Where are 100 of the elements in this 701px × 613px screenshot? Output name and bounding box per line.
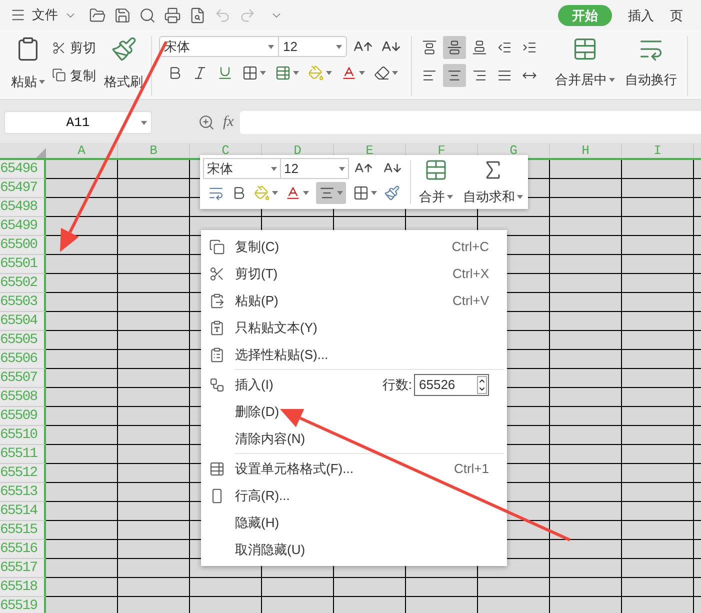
eraser-icon[interactable] <box>374 65 390 81</box>
row-header[interactable]: 65507 <box>0 369 46 388</box>
row-header[interactable]: 65503 <box>0 293 46 312</box>
merge-icon[interactable] <box>572 36 598 62</box>
autosum-button[interactable]: 自动求和 <box>463 187 515 206</box>
align-right-icon[interactable] <box>472 68 487 83</box>
border-icon[interactable] <box>242 65 258 81</box>
align-button[interactable] <box>443 64 466 87</box>
ribbon-tab[interactable]: 开始 <box>558 5 612 26</box>
align-center-icon[interactable] <box>319 185 335 201</box>
menu-item[interactable]: 设置单元格格式(F)... <box>235 458 354 478</box>
indent-increase-icon[interactable] <box>522 40 537 55</box>
indent-decrease-icon[interactable] <box>497 40 512 55</box>
print-icon[interactable] <box>164 6 181 24</box>
wrap-text-button[interactable]: 自动换行 <box>625 70 677 90</box>
column-header[interactable]: I <box>622 143 694 158</box>
preview-icon[interactable] <box>189 6 206 24</box>
menu-item[interactable]: 取消隐藏(U) <box>235 540 306 560</box>
menu-item[interactable]: 行高(R)... <box>235 486 290 506</box>
folder-icon[interactable] <box>89 6 106 24</box>
clipboard-text-icon[interactable] <box>209 320 225 336</box>
save-icon[interactable] <box>114 6 131 24</box>
file-menu[interactable]: 文件 <box>32 5 58 25</box>
ribbon-tab[interactable]: 插入 <box>628 5 654 26</box>
clipboard-icon[interactable] <box>209 346 225 362</box>
cell-style-icon[interactable] <box>275 65 291 81</box>
row-header[interactable]: 65519 <box>0 597 46 613</box>
menu-item[interactable]: 只粘贴文本(Y) <box>235 318 318 338</box>
copy-icon[interactable] <box>209 238 225 254</box>
function-button[interactable]: fx <box>223 111 234 134</box>
format-cells-icon[interactable] <box>209 460 225 476</box>
zoom-icon[interactable] <box>198 114 215 131</box>
ribbon-tab[interactable]: 页 <box>670 5 683 26</box>
insert-icon[interactable] <box>209 376 225 392</box>
name-box[interactable]: A11 <box>4 111 152 134</box>
row-header[interactable]: 65512 <box>0 464 46 483</box>
border-icon[interactable] <box>353 185 369 201</box>
fill-color-icon[interactable] <box>308 65 324 81</box>
align-button[interactable] <box>443 36 466 59</box>
font-size-select[interactable]: 12 <box>281 158 349 179</box>
row-header[interactable]: 65502 <box>0 274 46 293</box>
menu-item[interactable]: 清除内容(N) <box>235 428 306 448</box>
format-painter-button[interactable]: 格式刷 <box>104 72 143 92</box>
align-middle-icon[interactable] <box>447 40 462 55</box>
menu-item[interactable]: 复制(C) <box>235 236 280 256</box>
align-bottom-icon[interactable] <box>472 40 487 55</box>
menu-item[interactable]: 隐藏(H) <box>235 512 280 532</box>
row-header[interactable]: 65500 <box>0 236 46 255</box>
row-header[interactable]: 65515 <box>0 521 46 540</box>
align-button[interactable] <box>316 182 346 204</box>
row-header[interactable]: 65505 <box>0 331 46 350</box>
row-header[interactable]: 65506 <box>0 350 46 369</box>
row-header[interactable]: 65501 <box>0 255 46 274</box>
column-header[interactable]: H <box>550 143 622 158</box>
paste-icon[interactable] <box>209 292 225 308</box>
row-header[interactable]: 65498 <box>0 198 46 217</box>
row-header[interactable]: 65516 <box>0 540 46 559</box>
copy-button[interactable]: 复制 <box>70 66 96 85</box>
row-header[interactable]: 65518 <box>0 578 46 597</box>
magnifier-icon[interactable] <box>139 6 156 24</box>
merge-icon[interactable] <box>424 158 448 182</box>
menu-icon[interactable] <box>10 7 26 23</box>
merge-center-button[interactable]: 合并居中 <box>555 70 607 90</box>
font-color-icon[interactable] <box>285 185 301 201</box>
row-header[interactable]: 65513 <box>0 483 46 502</box>
merge-button[interactable]: 合并 <box>419 187 445 206</box>
italic-icon[interactable] <box>192 65 208 81</box>
row-count-field[interactable]: 65526 <box>414 374 489 396</box>
cut-icon[interactable] <box>209 266 225 282</box>
copy-icon[interactable] <box>52 68 66 82</box>
column-header[interactable]: B <box>118 143 190 158</box>
cut-button[interactable]: 剪切 <box>70 38 96 58</box>
font-color-icon[interactable] <box>341 65 357 81</box>
format-painter-icon[interactable] <box>110 36 136 62</box>
font-select[interactable]: 宋体 <box>203 158 281 179</box>
font-size-select[interactable]: 12 <box>279 36 347 57</box>
align-left-icon[interactable] <box>422 68 437 83</box>
menu-item[interactable]: 选择性粘贴(S)... <box>235 344 328 364</box>
column-header[interactable]: A <box>46 143 118 158</box>
wrap-text-icon[interactable] <box>208 185 224 201</box>
format-painter-icon[interactable] <box>384 185 400 201</box>
row-header[interactable]: 65517 <box>0 559 46 578</box>
row-header[interactable]: 65511 <box>0 445 46 464</box>
row-header[interactable]: 65496 <box>0 160 46 179</box>
row-header[interactable]: 65499 <box>0 217 46 236</box>
row-header[interactable]: 65497 <box>0 179 46 198</box>
paste-button[interactable]: 粘贴 <box>11 72 37 92</box>
spinner-icon[interactable] <box>477 376 487 394</box>
row-header[interactable]: 65514 <box>0 502 46 521</box>
fill-color-icon[interactable] <box>254 185 270 201</box>
align-top-icon[interactable] <box>422 40 437 55</box>
menu-item[interactable]: 插入(I) <box>235 374 274 394</box>
cut-icon[interactable] <box>52 40 66 55</box>
row-header[interactable]: 65509 <box>0 407 46 426</box>
menu-item[interactable]: 删除(D) <box>235 402 280 422</box>
row-header[interactable]: 65504 <box>0 312 46 331</box>
underline-icon[interactable] <box>217 65 233 81</box>
justify-icon[interactable] <box>497 68 512 83</box>
menu-item[interactable]: 粘贴(P) <box>235 290 278 310</box>
row-header[interactable]: 65508 <box>0 388 46 407</box>
